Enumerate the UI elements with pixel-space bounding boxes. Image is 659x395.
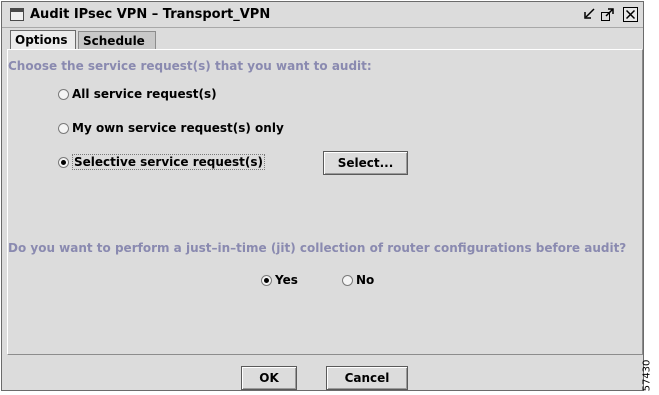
radio-button[interactable] (58, 123, 69, 134)
jit-prompt: Do you want to perform a just–in–time (j… (8, 241, 627, 255)
window-icon (10, 8, 24, 21)
radio-button[interactable] (58, 89, 69, 100)
radio-button[interactable] (261, 275, 272, 286)
radio-label: Selective service request(s) (72, 154, 266, 170)
minimize-icon[interactable] (581, 7, 596, 22)
close-icon[interactable] (623, 7, 638, 22)
ok-button[interactable]: OK (241, 366, 297, 390)
figure-code-text: 57430 (641, 359, 653, 392)
tab-schedule[interactable]: Schedule (78, 31, 156, 50)
window-title: Audit IPsec VPN – Transport_VPN (30, 7, 271, 22)
audit-prompt: Choose the service request(s) that you w… (8, 59, 372, 73)
radio-label: Yes (275, 273, 298, 287)
radio-button[interactable] (342, 275, 353, 286)
radio-label: My own service request(s) only (72, 121, 284, 135)
radio-label: No (356, 273, 375, 287)
radio-button[interactable] (58, 157, 69, 168)
audit-dialog: Audit IPsec VPN – Transport_VPN Options … (1, 1, 644, 391)
title-bar[interactable]: Audit IPsec VPN – Transport_VPN (2, 2, 643, 28)
tab-options[interactable]: Options (10, 30, 76, 50)
select-button[interactable]: Select... (323, 151, 408, 175)
maximize-icon[interactable] (600, 7, 615, 22)
radio-label: All service request(s) (72, 87, 217, 101)
cancel-button[interactable]: Cancel (326, 366, 408, 390)
figure-code: 57430 (641, 358, 657, 394)
